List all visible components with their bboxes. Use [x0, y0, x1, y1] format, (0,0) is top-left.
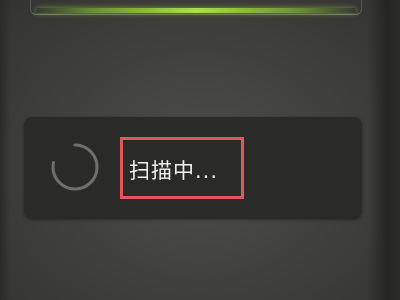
left-screen-edge — [0, 0, 10, 300]
scanning-status-text: 扫描中... — [129, 159, 219, 183]
scan-line — [36, 8, 356, 13]
loading-spinner-icon — [51, 143, 99, 191]
right-screen-edge — [368, 0, 400, 300]
